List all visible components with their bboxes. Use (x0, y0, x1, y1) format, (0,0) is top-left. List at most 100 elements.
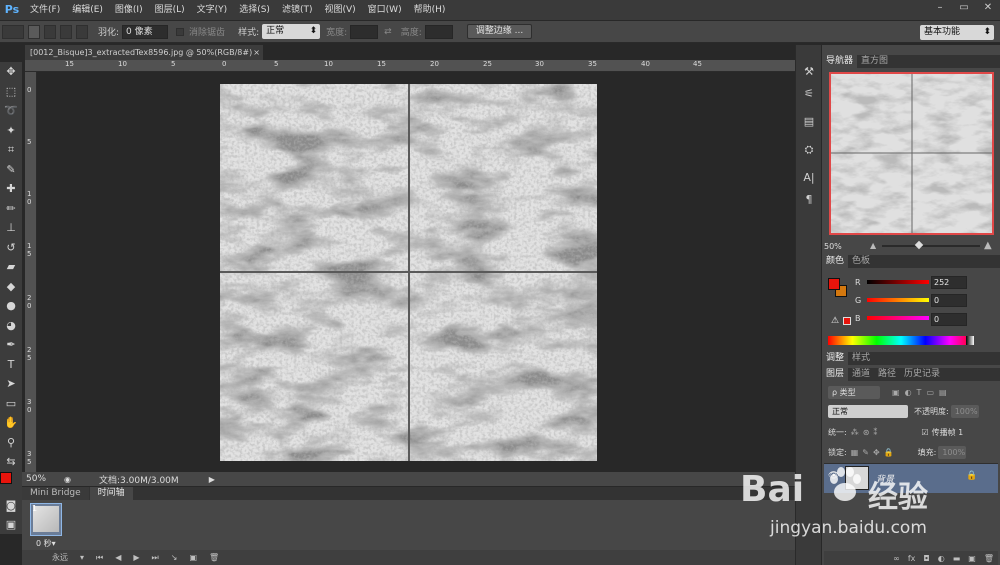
tab-paths[interactable]: 路径 (874, 368, 900, 381)
panel-foreground-swatch[interactable] (828, 278, 840, 290)
tab-channels[interactable]: 通道 (848, 368, 874, 381)
filter-smart-icon[interactable]: ▤ (939, 388, 947, 397)
menu-layer[interactable]: 图层(L) (149, 0, 191, 20)
new-selection-icon[interactable] (28, 24, 40, 39)
tab-layers[interactable]: 图层 (822, 368, 849, 381)
width-input[interactable] (350, 24, 379, 39)
menu-window[interactable]: 窗口(W) (362, 0, 408, 20)
document-canvas-image[interactable] (220, 84, 597, 461)
brush-settings-icon[interactable]: ⚟ (796, 83, 822, 105)
opacity-input[interactable]: 100% (950, 404, 979, 418)
marquee-preset-icon[interactable] (2, 24, 24, 39)
menu-filter[interactable]: 滤镜(T) (276, 0, 319, 20)
menu-file[interactable]: 文件(F) (24, 0, 66, 20)
style-select[interactable]: 正常 ⬍ (262, 24, 321, 39)
character-icon[interactable]: A| (796, 167, 822, 189)
unify-position-icon[interactable]: ⁂ (851, 428, 859, 437)
dodge-tool-icon[interactable]: ◕ (0, 316, 22, 336)
shape-tool-icon[interactable]: ▭ (0, 394, 22, 414)
close-button[interactable]: ✕ (976, 0, 1000, 18)
tab-mini-bridge[interactable]: Mini Bridge (22, 487, 89, 500)
menu-image[interactable]: 图像(I) (109, 0, 149, 20)
maximize-button[interactable]: ▭ (952, 0, 976, 18)
zoom-tool-icon[interactable]: ⚲ (0, 433, 22, 453)
prev-frame-icon[interactable]: ◀ (115, 553, 121, 562)
spectrum-bw[interactable] (966, 336, 974, 345)
healing-brush-icon[interactable]: ✚ (0, 179, 22, 199)
tool-presets-icon[interactable]: ⚒ (796, 61, 822, 83)
swap-icon[interactable]: ⇄ (384, 27, 392, 37)
close-document-icon[interactable]: × (253, 45, 260, 60)
red-slider[interactable] (867, 280, 929, 284)
gamut-warning-icon[interactable]: ⚠ (831, 316, 839, 326)
paint-bucket-icon[interactable]: ◆ (0, 277, 22, 297)
tab-adjustments[interactable]: 调整 (822, 352, 849, 365)
move-tool-icon[interactable]: ✥ (0, 62, 22, 82)
type-tool-icon[interactable]: T (0, 355, 22, 375)
hand-tool-icon[interactable]: ✋ (0, 413, 22, 433)
feather-input[interactable]: 0 像素 (122, 24, 169, 39)
tab-swatches[interactable]: 色板 (848, 255, 874, 268)
delete-frame-icon[interactable]: 🗑 (209, 553, 219, 562)
refine-edge-button[interactable]: 调整边缘 ... (466, 24, 533, 39)
status-menu-arrow-icon[interactable]: ▶ (209, 475, 215, 484)
next-frame-icon[interactable]: ⏭ (152, 553, 159, 563)
clone-source-icon[interactable]: ▤ (796, 111, 822, 133)
tab-navigator[interactable]: 导航器 (822, 55, 858, 68)
crop-tool-icon[interactable]: ⌗ (0, 140, 22, 160)
color-spectrum[interactable] (828, 336, 974, 345)
pen-tool-icon[interactable]: ✒ (0, 335, 22, 355)
filter-pixel-icon[interactable]: ▣ (892, 388, 900, 397)
swap-colors-icon[interactable]: ⇆ (0, 452, 22, 472)
clone-stamp-icon[interactable]: ⊥ (0, 218, 22, 238)
brush-tool-icon[interactable]: ✏ (0, 199, 22, 219)
screen-mode-icon[interactable]: ▣ (0, 515, 22, 535)
menu-help[interactable]: 帮助(H) (408, 0, 452, 20)
zoom-out-icon[interactable]: ▲ (870, 241, 876, 250)
red-value[interactable]: 252 (931, 276, 967, 289)
gamut-swatch[interactable] (843, 317, 851, 325)
menu-view[interactable]: 视图(V) (318, 0, 361, 20)
add-selection-icon[interactable] (44, 24, 56, 39)
tab-timeline[interactable]: 时间轴 (89, 487, 133, 500)
tab-styles[interactable]: 样式 (848, 352, 874, 365)
play-icon[interactable]: ▶ (133, 553, 139, 562)
propagate-checkbox[interactable]: ☑ (921, 428, 928, 437)
frame-delay[interactable]: 0 秒▾ (36, 538, 56, 549)
tab-history[interactable]: 历史记录 (900, 368, 944, 381)
eyedropper-icon[interactable]: ✎ (0, 160, 22, 180)
filter-adjust-icon[interactable]: ◐ (905, 388, 912, 397)
eraser-icon[interactable]: ▰ (0, 257, 22, 277)
zoom-level[interactable]: 50% (26, 474, 46, 484)
marquee-tool-icon[interactable]: ⬚ (0, 82, 22, 102)
filter-shape-icon[interactable]: ▭ (926, 388, 934, 397)
navigator-zoom[interactable]: 50% (824, 242, 842, 251)
blue-slider[interactable] (867, 316, 929, 320)
menu-select[interactable]: 选择(S) (233, 0, 276, 20)
document-tab[interactable]: [0012_Bisque]3_extractedTex8596.jpg @ 50… (25, 45, 263, 60)
first-frame-icon[interactable]: ⏮ (96, 553, 103, 563)
loop-dropdown-icon[interactable]: ▾ (80, 553, 84, 562)
menu-type[interactable]: 文字(Y) (191, 0, 234, 20)
blue-value[interactable]: 0 (931, 313, 967, 326)
tween-icon[interactable]: ↘ (171, 553, 178, 562)
history-brush-icon[interactable]: ↺ (0, 238, 22, 258)
layer-kind-filter[interactable]: ρ 类型 (828, 385, 880, 399)
duplicate-frame-icon[interactable]: ▣ (189, 553, 197, 562)
status-info-icon[interactable]: ◉ (64, 475, 71, 484)
color-swatches[interactable] (0, 471, 22, 496)
height-input[interactable] (424, 24, 453, 39)
antialias-checkbox[interactable] (176, 27, 185, 36)
subtract-selection-icon[interactable] (60, 24, 72, 39)
blur-tool-icon[interactable]: ● (0, 296, 22, 316)
tab-color[interactable]: 颜色 (822, 255, 849, 268)
workspace-select[interactable]: 基本功能 ⬍ (920, 25, 994, 40)
lasso-tool-icon[interactable]: ➰ (0, 101, 22, 121)
paragraph-icon[interactable]: ¶ (796, 189, 822, 211)
green-value[interactable]: 0 (931, 294, 967, 307)
filter-type-icon[interactable]: T (917, 388, 922, 397)
unify-visibility-icon[interactable]: ⊛ (863, 428, 870, 437)
navigator-preview[interactable] (829, 72, 994, 235)
minimize-button[interactable]: – (928, 0, 952, 18)
green-slider[interactable] (867, 298, 929, 302)
